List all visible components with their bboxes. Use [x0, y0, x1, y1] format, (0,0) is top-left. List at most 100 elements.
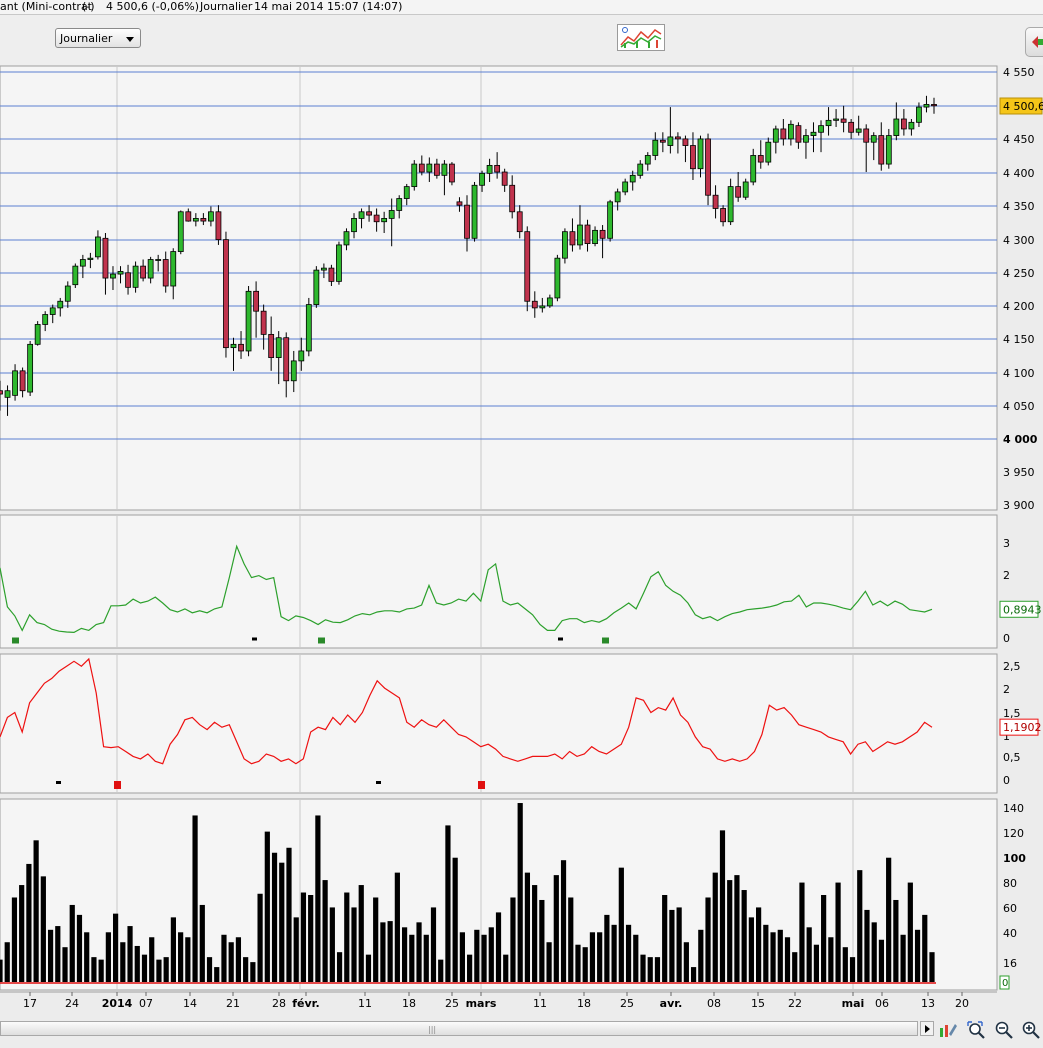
- candle-body: [607, 201, 614, 239]
- volume-bar: [336, 952, 343, 982]
- volume-bar: [300, 892, 307, 982]
- candle-body: [320, 267, 327, 271]
- candle-body: [787, 123, 794, 140]
- last-price-label: 4 500,6: [1003, 100, 1043, 113]
- zoom-out-button[interactable]: [994, 1020, 1014, 1040]
- candle-body: [705, 138, 711, 196]
- volume-bar: [185, 937, 191, 982]
- horizontal-scrollbar[interactable]: |||: [0, 1021, 918, 1036]
- candle-body: [501, 171, 508, 186]
- zoom-fit-button[interactable]: [966, 1020, 986, 1040]
- candle-body: [546, 297, 553, 307]
- candle-body: [4, 390, 11, 398]
- candle-body: [622, 181, 629, 193]
- volume-bar: [886, 857, 892, 982]
- volume-bar: [178, 932, 184, 982]
- price-tick-label: 4 350: [1003, 200, 1035, 213]
- draw-tool-button[interactable]: [938, 1020, 958, 1040]
- candle-body: [283, 337, 290, 382]
- candle-body: [750, 155, 757, 183]
- volume-bar: [459, 932, 465, 982]
- volume-bar: [763, 924, 769, 982]
- pane-3-background: [0, 653, 998, 794]
- x-axis-label: 18: [402, 997, 416, 1010]
- volume-bar: [409, 934, 415, 982]
- candle-body: [403, 186, 410, 199]
- candle-body: [49, 307, 56, 315]
- volume-bar: [553, 875, 559, 982]
- indicator-2-signal-marker: [56, 781, 61, 784]
- pencil-chart-icon: [940, 1024, 957, 1037]
- volume-bar: [380, 922, 386, 982]
- candle-body: [57, 300, 64, 309]
- candle-body: [456, 201, 463, 206]
- price-tick-label: 4 400: [1003, 167, 1035, 180]
- x-axis-label: 07: [139, 997, 153, 1010]
- candle-body: [614, 191, 621, 203]
- volume-bar: [206, 957, 213, 982]
- candle-body: [524, 231, 531, 302]
- candle-body: [155, 259, 162, 261]
- volume-bar: [401, 927, 408, 982]
- price-tick-label: 3 950: [1003, 466, 1035, 479]
- candle-body: [735, 186, 742, 198]
- x-axis-label: 15: [751, 997, 765, 1010]
- volume-bar: [467, 954, 473, 982]
- volume-bar: [315, 815, 321, 982]
- scroll-right-button[interactable]: [920, 1021, 934, 1036]
- volume-bar: [799, 882, 805, 982]
- x-axis-label: 25: [620, 997, 634, 1010]
- volume-bar: [19, 885, 25, 982]
- candle-body: [464, 204, 470, 239]
- volume-bar: [741, 890, 747, 982]
- volume-bar: [568, 897, 574, 982]
- candle-body: [720, 208, 726, 223]
- volume-bar: [495, 912, 502, 982]
- candle-body: [863, 128, 870, 143]
- bottom-bar: |||: [0, 1018, 1043, 1048]
- candle-body: [855, 128, 862, 133]
- candle-body: [102, 237, 109, 279]
- zoom-in-button[interactable]: [1021, 1020, 1041, 1040]
- volume-tick-label: 40: [1003, 927, 1017, 940]
- volume-bar: [539, 899, 545, 982]
- x-axis-label: 11: [358, 997, 372, 1010]
- volume-bar: [756, 907, 762, 982]
- candle-body: [95, 236, 101, 258]
- volume-bar: [0, 959, 3, 982]
- candle-body: [893, 118, 900, 136]
- volume-bar: [481, 934, 487, 982]
- candle-body: [147, 259, 154, 279]
- candle-body: [486, 165, 493, 174]
- candle-body: [599, 229, 606, 239]
- candle-body: [418, 163, 425, 173]
- volume-bar: [322, 880, 328, 982]
- candle-body: [358, 211, 365, 219]
- volume-bar: [55, 926, 61, 982]
- indicator-value-label: 1,1902: [1003, 721, 1042, 734]
- volume-bar: [351, 907, 357, 982]
- volume-tick-label: 140: [1003, 802, 1024, 815]
- price-tick-label: 4 000: [1003, 433, 1038, 446]
- candle-body: [433, 163, 440, 176]
- volume-bar: [835, 882, 841, 982]
- volume-bar: [647, 957, 653, 982]
- volume-bar: [712, 872, 718, 982]
- candle-body: [471, 184, 478, 239]
- volume-bar: [857, 870, 863, 982]
- volume-bar: [777, 929, 783, 982]
- candle-body: [366, 211, 372, 216]
- volume-bar: [878, 939, 885, 982]
- x-axis-label: 28: [272, 997, 286, 1010]
- volume-bar: [149, 937, 155, 982]
- candle-body: [177, 211, 184, 252]
- volume-bar: [821, 895, 827, 982]
- candle-body: [208, 211, 214, 222]
- candle-body: [298, 350, 305, 362]
- volume-bar: [929, 952, 935, 982]
- volume-bar: [423, 934, 429, 982]
- chart-area: 4 550 4 450 4 400 4 350 4 300 4 250 4 200 4 150…: [0, 65, 1043, 1010]
- volume-bar: [199, 904, 205, 982]
- candle-body: [923, 104, 930, 108]
- indicator-1-signal-marker: [252, 637, 257, 641]
